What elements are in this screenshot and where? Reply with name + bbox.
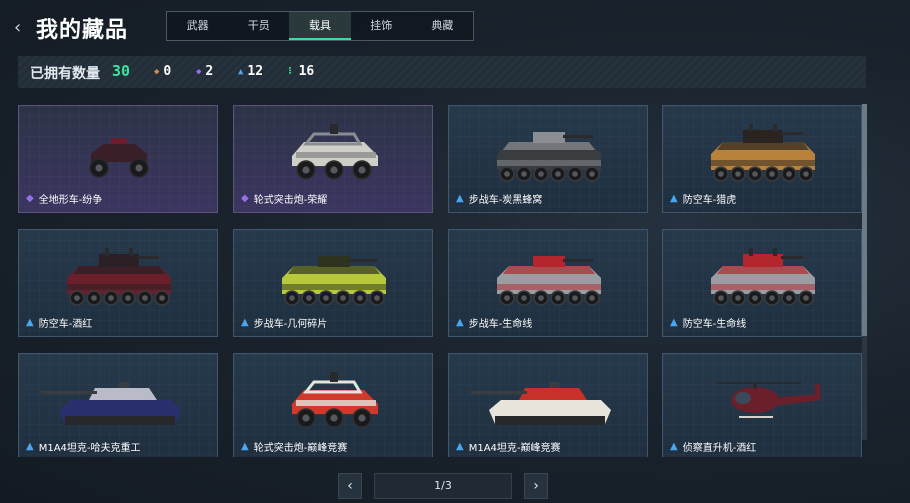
- rare-rarity-icon: ▲: [670, 192, 678, 204]
- collection-card[interactable]: ▲ 侦察直升机-酒红: [662, 353, 862, 457]
- card-name: 步战车-几何碎片: [253, 319, 328, 330]
- epic-rarity-icon: ◆: [26, 192, 34, 204]
- card-name: 轮式突击炮-荣耀: [253, 195, 328, 206]
- blue-chevron-icon: ▲: [238, 66, 244, 77]
- vehicle-image: [234, 230, 432, 320]
- card-name: M1A4坦克-巅峰竞赛: [468, 443, 561, 454]
- page-title: 我的藏品: [36, 18, 129, 43]
- vehicle-image: [449, 354, 647, 444]
- card-name-row: ▲ M1A4坦克-巅峰竞赛: [456, 439, 561, 454]
- rare-rarity-icon: ▲: [670, 440, 678, 452]
- vehicle-image: [663, 230, 861, 320]
- collection-card[interactable]: ▲ 步战车-几何碎片: [233, 229, 433, 337]
- green-dots-icon: ⠇: [288, 66, 295, 77]
- card-name: 防空车-酒红: [38, 319, 93, 330]
- rare-rarity-icon: ▲: [456, 316, 464, 328]
- page-indicator: 1/3: [374, 473, 512, 499]
- card-name-row: ▲ 防空车-生命线: [670, 315, 746, 330]
- owned-stat-1: ◆ 2: [196, 64, 213, 79]
- tab-4[interactable]: 典藏: [412, 12, 473, 40]
- collection-card[interactable]: ▲ M1A4坦克-巅峰竞赛: [448, 353, 648, 457]
- owned-stat-2: ▲ 12: [238, 64, 263, 79]
- rare-rarity-icon: ▲: [26, 316, 34, 328]
- rare-rarity-icon: ▲: [26, 440, 34, 452]
- owned-stat-3: ⠇ 16: [288, 64, 314, 79]
- vehicle-image: [19, 354, 217, 444]
- collection-card[interactable]: ▲ 防空车-生命线: [662, 229, 862, 337]
- tab-1[interactable]: 干员: [228, 12, 289, 40]
- card-name-row: ◆ 全地形车-纷争: [26, 191, 102, 206]
- card-name-row: ▲ 轮式突击炮-巅峰竞赛: [241, 439, 347, 454]
- collection-card[interactable]: ▲ 防空车-酒红: [18, 229, 218, 337]
- scrollbar[interactable]: [862, 104, 867, 440]
- collection-card[interactable]: ▲ 步战车-生命线: [448, 229, 648, 337]
- card-name: 侦察直升机-酒红: [682, 443, 757, 454]
- owned-stat-value: 0: [163, 64, 172, 79]
- rare-rarity-icon: ▲: [241, 440, 249, 452]
- purple-diamond-icon: ◆: [196, 66, 202, 77]
- card-name: 步战车-炭黑蜂窝: [468, 195, 543, 206]
- card-name-row: ▲ 防空车-酒红: [26, 315, 92, 330]
- card-name-row: ▲ 步战车-炭黑蜂窝: [456, 191, 542, 206]
- card-name-row: ▲ 步战车-几何碎片: [241, 315, 327, 330]
- collection-card[interactable]: ▲ 防空车-猎虎: [662, 105, 862, 213]
- rare-rarity-icon: ▲: [456, 440, 464, 452]
- rare-rarity-icon: ▲: [670, 316, 678, 328]
- collection-card[interactable]: ▲ 轮式突击炮-巅峰竞赛: [233, 353, 433, 457]
- card-name: 步战车-生命线: [468, 319, 533, 330]
- owned-stat-0: ◆ 0: [154, 64, 171, 79]
- prev-page-button[interactable]: ‹: [338, 473, 362, 499]
- owned-stat-value: 16: [298, 64, 315, 79]
- chevron-right-icon: ›: [533, 478, 539, 494]
- chevron-left-icon: ‹: [347, 478, 353, 494]
- vehicle-image: [663, 354, 861, 444]
- card-name: 防空车-猎虎: [682, 195, 737, 206]
- collection-grid: ◆ 全地形车-纷争 ◆ 轮式突击炮-荣耀 ▲ 步战车-炭黑蜂窝 ▲ 防空车-猎虎 ▲ 防空…: [18, 105, 864, 457]
- category-tabs: 武器 干员 载具 挂饰 典藏: [166, 11, 474, 41]
- card-name-row: ▲ M1A4坦克-哈夫克重工: [26, 439, 141, 454]
- next-page-button[interactable]: ›: [524, 473, 548, 499]
- card-name-row: ◆ 轮式突击炮-荣耀: [241, 191, 327, 206]
- collection-card[interactable]: ◆ 全地形车-纷争: [18, 105, 218, 213]
- rare-rarity-icon: ▲: [456, 192, 464, 204]
- card-name-row: ▲ 防空车-猎虎: [670, 191, 736, 206]
- card-name-row: ▲ 侦察直升机-酒红: [670, 439, 756, 454]
- owned-total: 30: [112, 62, 131, 80]
- scroll-thumb[interactable]: [862, 104, 867, 336]
- owned-summary-bar: 已拥有数量 30 ◆ 0 ◆ 2 ▲ 12 ⠇ 16: [18, 56, 866, 88]
- orange-diamond-icon: ◆: [154, 66, 160, 77]
- card-name-row: ▲ 步战车-生命线: [456, 315, 532, 330]
- collection-card[interactable]: ▲ 步战车-炭黑蜂窝: [448, 105, 648, 213]
- card-name: 防空车-生命线: [682, 319, 747, 330]
- owned-stat-value: 12: [247, 64, 264, 79]
- collection-card[interactable]: ▲ M1A4坦克-哈夫克重工: [18, 353, 218, 457]
- vehicle-image: [449, 106, 647, 196]
- chevron-left-icon: ‹: [14, 17, 22, 38]
- rare-rarity-icon: ▲: [241, 316, 249, 328]
- owned-stat-value: 2: [205, 64, 214, 79]
- vehicle-image: [449, 230, 647, 320]
- vehicle-image: [19, 106, 217, 196]
- vehicle-image: [19, 230, 217, 320]
- vehicle-image: [663, 106, 861, 196]
- tab-3[interactable]: 挂饰: [351, 12, 412, 40]
- back-button[interactable]: ‹: [14, 18, 32, 38]
- collection-card[interactable]: ◆ 轮式突击炮-荣耀: [233, 105, 433, 213]
- card-name: 轮式突击炮-巅峰竞赛: [253, 443, 348, 454]
- card-name: 全地形车-纷争: [38, 195, 103, 206]
- tab-2[interactable]: 载具: [289, 12, 351, 40]
- epic-rarity-icon: ◆: [241, 192, 249, 204]
- owned-label: 已拥有数量: [30, 66, 100, 82]
- tab-0[interactable]: 武器: [167, 12, 228, 40]
- vehicle-image: [234, 106, 432, 196]
- vehicle-image: [234, 354, 432, 444]
- card-name: M1A4坦克-哈夫克重工: [38, 443, 141, 454]
